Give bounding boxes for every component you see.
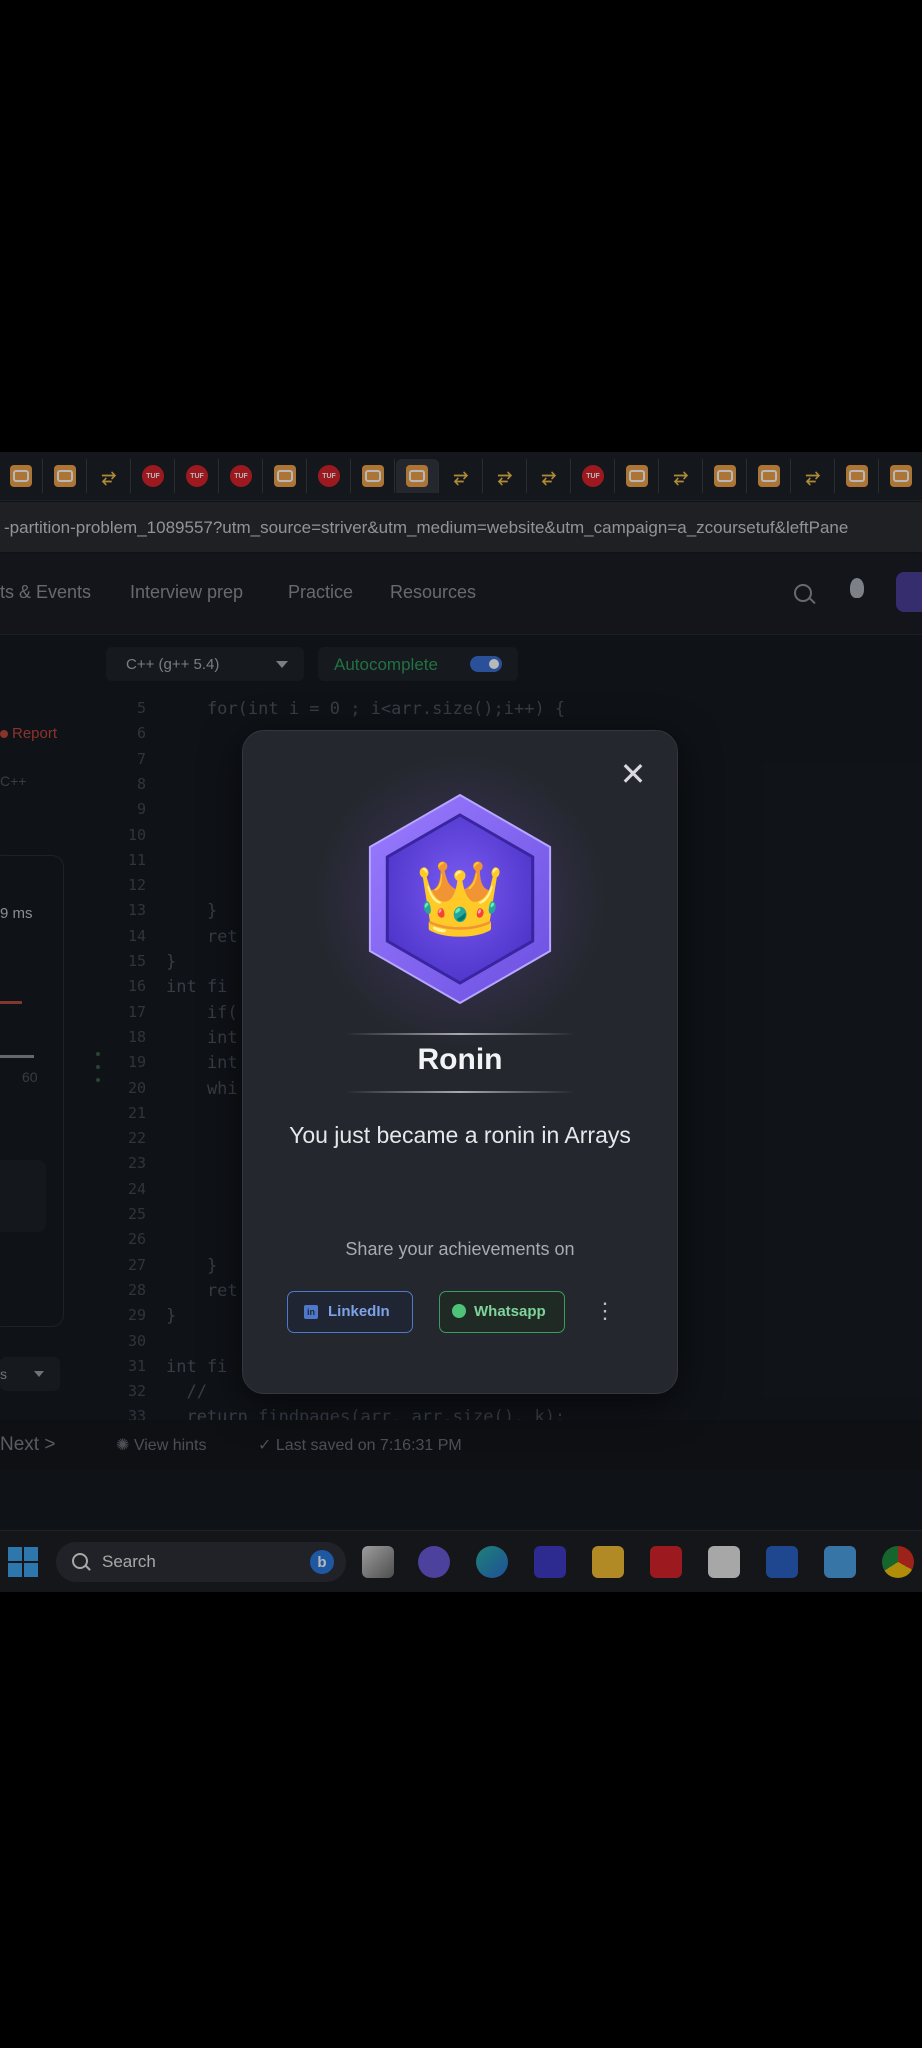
linkedin-icon: in bbox=[304, 1305, 318, 1319]
more-options-button[interactable]: ⋮ bbox=[593, 1291, 617, 1331]
screen: ⥂ TUF TUF TUF TUF ⥂ ⥂ ⥂ TUF ⥂ ⥂ -partition-problem… bbox=[0, 452, 922, 1592]
achievement-modal: ✕ 👑 Ronin You just became a ronin in Arr… bbox=[242, 730, 678, 1394]
crown-icon: 👑 bbox=[415, 859, 505, 939]
share-label: Share your achievements on bbox=[345, 1239, 575, 1259]
whatsapp-share-button[interactable]: Whatsapp bbox=[439, 1291, 565, 1333]
close-button[interactable]: ✕ bbox=[616, 757, 650, 791]
whatsapp-icon bbox=[452, 1304, 466, 1318]
title-divider-bottom bbox=[345, 1091, 575, 1093]
badge: 👑 bbox=[365, 791, 555, 1007]
linkedin-label: LinkedIn bbox=[328, 1303, 390, 1320]
linkedin-share-button[interactable]: in LinkedIn bbox=[287, 1291, 413, 1333]
badge-message: You just became a ronin in Arrays bbox=[289, 1122, 631, 1148]
badge-name: Ronin bbox=[417, 1043, 503, 1076]
title-divider-top bbox=[345, 1033, 575, 1035]
whatsapp-label: Whatsapp bbox=[474, 1303, 546, 1320]
